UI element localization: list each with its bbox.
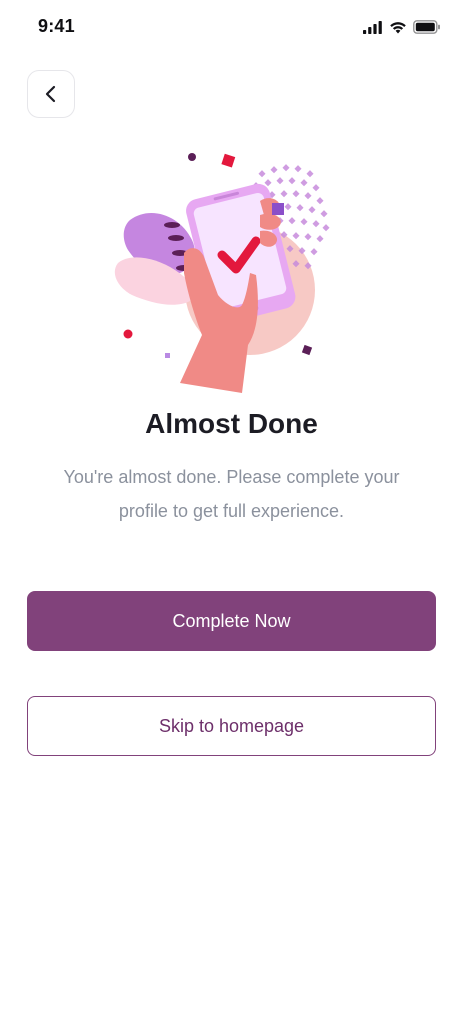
wifi-icon [390,21,406,33]
chevron-left-icon [45,85,56,103]
battery-icon [413,20,440,34]
skip-to-homepage-button[interactable]: Skip to homepage [27,696,436,756]
page-title: Almost Done [145,408,318,439]
status-time: 9:41 [38,16,75,36]
back-button[interactable] [27,70,75,118]
page-subtitle: You're almost done. Please complete your… [63,467,400,521]
complete-now-button[interactable]: Complete Now [27,591,436,651]
status-icons [363,18,441,36]
completion-illustration [114,153,330,393]
status-bar: 9:41 [0,0,463,56]
signal-icon [363,20,382,34]
